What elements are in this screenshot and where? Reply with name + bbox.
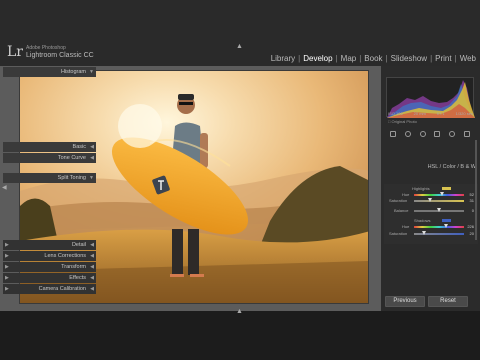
collapse-top-panel-icon[interactable]: ▲ <box>236 43 243 50</box>
iso-value: ISO 100 <box>388 111 403 116</box>
brand-name: Lightroom Classic CC <box>26 52 94 59</box>
aperture: f/7.1 <box>436 111 445 116</box>
shadows-label: Shadows <box>414 218 431 223</box>
module-picker: Library | Develop | Map | Book | Slideshow | Print… <box>270 54 476 63</box>
highlights-saturation-slider[interactable] <box>414 198 464 202</box>
lens-corrections-title: Lens Corrections <box>44 253 86 259</box>
camera-calibration-title: Camera Calibration <box>38 286 86 292</box>
highlights-saturation-label: Saturation <box>389 198 408 203</box>
shadows-hue-slider[interactable] <box>414 224 464 228</box>
previous-button[interactable]: Previous <box>385 296 425 307</box>
adjustment-brush-icon[interactable] <box>463 131 470 137</box>
panel-scrollbar[interactable] <box>475 140 477 240</box>
hsl-color-bw-tabs[interactable]: HSL / Color / B & W <box>386 164 476 170</box>
effects-header[interactable]: ▶ Effects ◀ <box>3 273 96 283</box>
transform-header[interactable]: ▶ Transform ◀ <box>3 262 96 272</box>
highlights-hue-label: Hue <box>402 192 410 197</box>
module-slideshow[interactable]: Slideshow <box>391 54 427 63</box>
original-photo-label: Original Photo <box>391 119 417 124</box>
slider-thumb[interactable] <box>437 208 441 212</box>
lightroom-logo: Lr <box>7 44 23 60</box>
basic-header[interactable]: Basic ◀ <box>3 142 96 152</box>
basic-title: Basic <box>72 144 86 150</box>
highlights-color-swatch[interactable] <box>442 187 451 190</box>
expand-icon: ◀ <box>90 264 94 270</box>
collapse-left-panel-icon[interactable]: ◀ <box>2 184 7 191</box>
tone-curve-header[interactable]: Tone Curve ◀ <box>3 153 96 163</box>
balance-label: Balance <box>394 208 409 213</box>
shadows-color-swatch[interactable] <box>442 219 451 222</box>
detail-header[interactable]: ▶ Detail ◀ <box>3 240 96 250</box>
highlights-hue-slider[interactable] <box>414 192 464 196</box>
lens-corrections-header[interactable]: ▶ Lens Corrections ◀ <box>3 251 96 261</box>
collapse-icon: ▼ <box>89 175 94 181</box>
split-toning-header[interactable]: Split Toning ▼ <box>3 173 96 183</box>
spot-removal-icon[interactable] <box>404 131 411 137</box>
histogram-header[interactable]: Histogram ▼ <box>3 67 96 77</box>
expand-icon: ◀ <box>90 155 94 161</box>
slider-thumb[interactable] <box>443 224 448 228</box>
brand: Adobe Photoshop Lightroom Classic CC <box>26 45 94 60</box>
expand-icon: ◀ <box>90 253 94 259</box>
balance-slider[interactable] <box>414 208 464 212</box>
slider-thumb[interactable] <box>422 231 426 235</box>
original-photo-checkbox[interactable]: □ Original Photo <box>388 119 417 124</box>
effects-title: Effects <box>69 275 86 281</box>
red-eye-icon[interactable] <box>419 131 426 137</box>
bottom-bar <box>0 311 480 360</box>
expand-icon: ▶ <box>5 264 9 270</box>
shadows-saturation-slider[interactable] <box>414 231 464 235</box>
shutter-speed: 1/320 sec <box>455 111 473 116</box>
module-library[interactable]: Library <box>271 54 295 63</box>
tone-curve-title: Tone Curve <box>57 155 86 161</box>
expand-icon: ▶ <box>5 286 9 292</box>
expand-icon: ◀ <box>90 242 94 248</box>
histogram-title: Histogram <box>60 69 86 75</box>
expand-icon: ▶ <box>5 242 9 248</box>
expand-icon: ◀ <box>90 144 94 150</box>
tool-strip <box>386 129 474 139</box>
module-develop[interactable]: Develop <box>303 54 332 63</box>
highlights-hue-value[interactable]: 52 <box>470 192 474 197</box>
focal-length: 20 mm <box>413 111 426 116</box>
crop-icon[interactable] <box>390 131 397 137</box>
split-toning-title: Split Toning <box>57 175 86 181</box>
module-print[interactable]: Print <box>435 54 451 63</box>
graduated-filter-icon[interactable] <box>434 131 441 137</box>
highlights-saturation-value[interactable]: 31 <box>470 198 474 203</box>
camera-calibration-header[interactable]: ▶ Camera Calibration ◀ <box>3 284 96 294</box>
collapse-filmstrip-icon[interactable]: ▲ <box>236 308 243 315</box>
module-map[interactable]: Map <box>341 54 357 63</box>
shadows-hue-label: Hue <box>402 224 410 229</box>
module-book[interactable]: Book <box>364 54 382 63</box>
collapse-icon: ▼ <box>89 69 94 75</box>
split-toning-controls: Highlights Hue 52 Saturation 31 Balance … <box>384 184 478 244</box>
shadows-saturation-value[interactable]: 20 <box>470 231 474 236</box>
slider-thumb[interactable] <box>439 192 444 196</box>
expand-icon: ▶ <box>5 275 9 281</box>
highlights-label: Highlights <box>412 186 430 191</box>
expand-icon: ◀ <box>90 286 94 292</box>
expand-icon: ◀ <box>90 275 94 281</box>
shadows-hue-value[interactable]: 226 <box>467 224 474 229</box>
balance-value[interactable]: 0 <box>472 208 474 213</box>
detail-title: Detail <box>71 242 86 248</box>
transform-title: Transform <box>61 264 86 270</box>
shadows-saturation-label: Saturation <box>389 231 408 236</box>
expand-icon: ▶ <box>5 253 9 259</box>
slider-thumb[interactable] <box>427 198 432 202</box>
histogram-info: ISO 100 20 mm f/7.1 1/320 sec <box>388 111 473 116</box>
radial-filter-icon[interactable] <box>448 131 455 137</box>
module-web[interactable]: Web <box>460 54 476 63</box>
reset-button[interactable]: Reset <box>428 296 468 307</box>
